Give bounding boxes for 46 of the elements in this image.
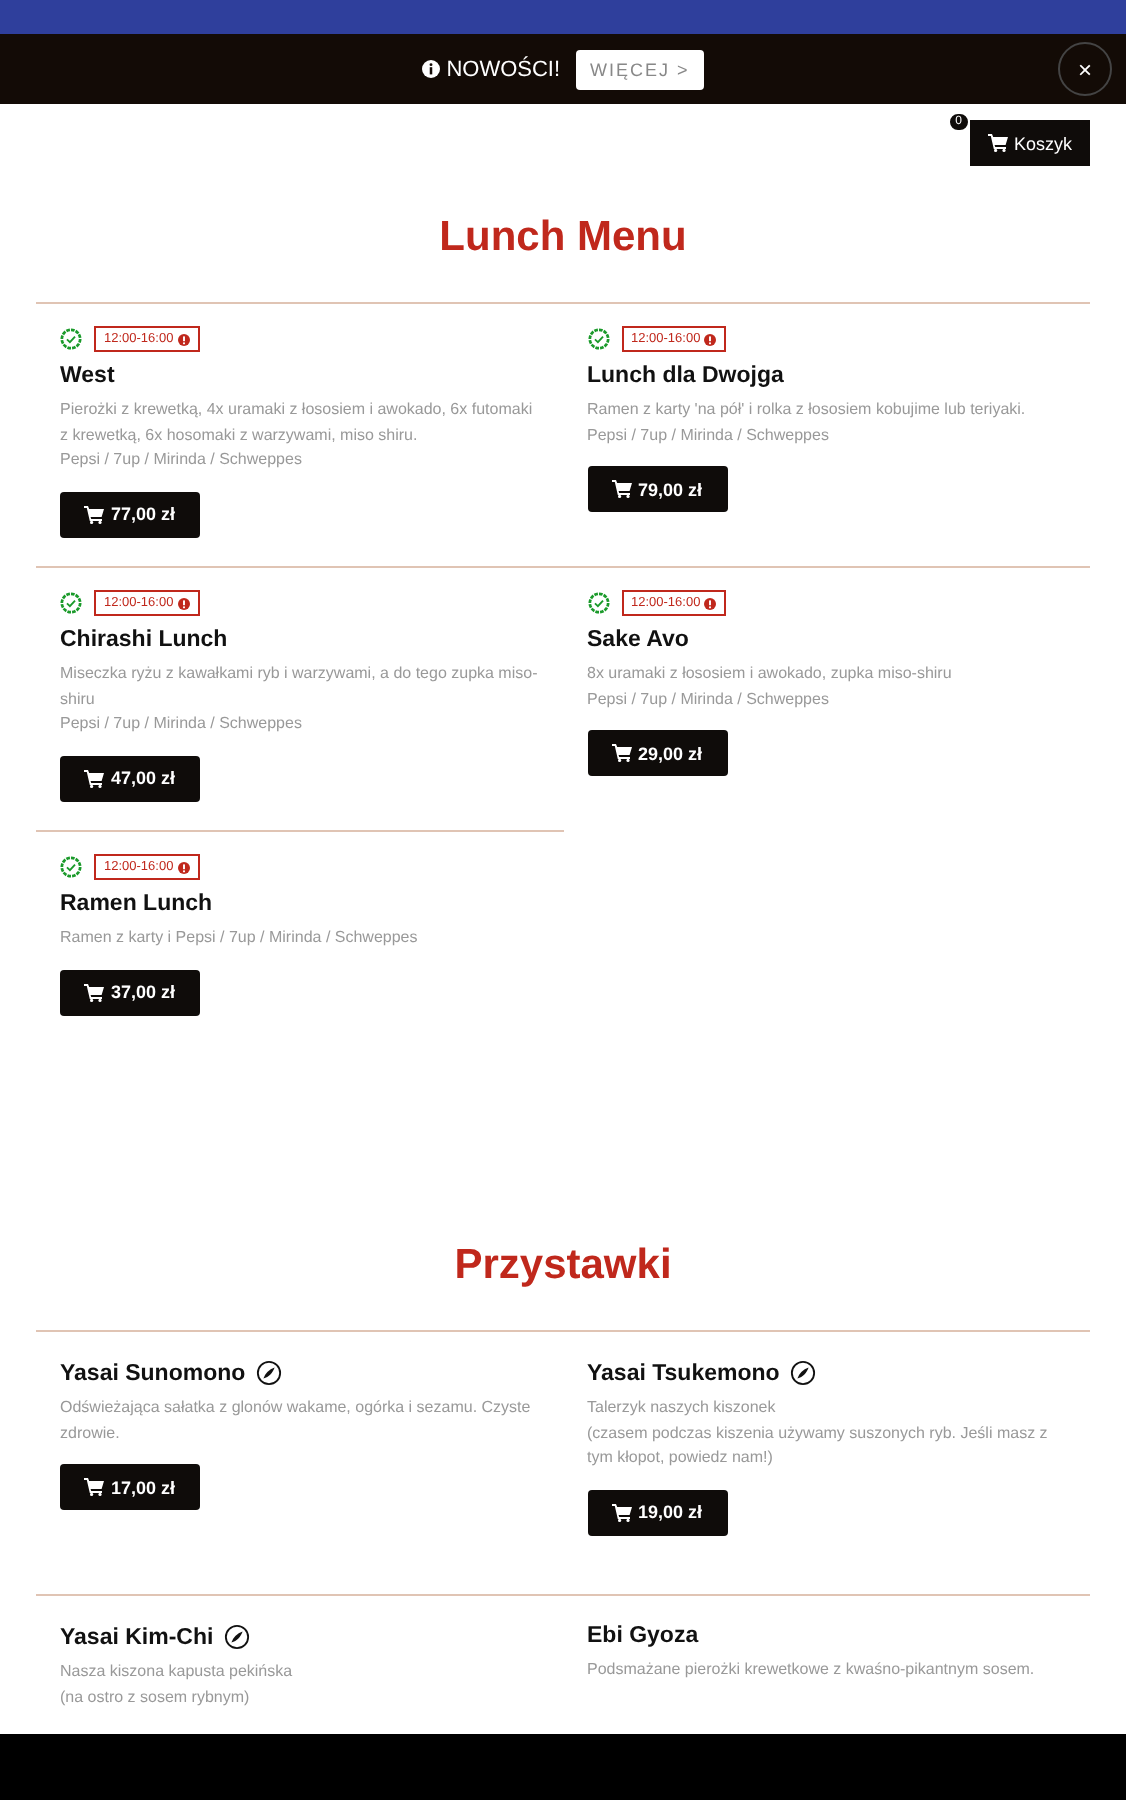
item-name: Ramen Lunch: [60, 892, 213, 916]
item-name: Lunch dla Dwojga: [587, 364, 784, 388]
cart-button[interactable]: Koszyk: [969, 120, 1090, 166]
item-description: Pepsi / 7up / Mirinda / Schweppes: [60, 712, 304, 736]
item-name: Yasai Sunomono: [60, 1361, 246, 1385]
item-description: Odświeżająca sałatka z glonów wakame, ogórka i sezamu. Czyste zdrowie.: [60, 1396, 533, 1445]
item-name: Yasai Kim-Chi: [60, 1625, 214, 1649]
item-description: Pepsi / 7up / Mirinda / Schweppes: [60, 448, 304, 472]
item-description: (czasem podczas kiszenia używamy suszonych ryb. Jeśli masz z tym kłopot, powiedz nam!): [587, 1421, 1050, 1470]
price-button[interactable]: 19,00 zł: [587, 1489, 727, 1535]
notice-text: NOWOŚCI!: [446, 57, 561, 81]
price-button[interactable]: 17,00 zł: [60, 1464, 200, 1510]
cart-icon: [84, 505, 105, 523]
price-button[interactable]: 29,00 zł: [587, 730, 727, 776]
more-button[interactable]: WIĘCEJ >: [576, 49, 704, 89]
item-name: West: [60, 364, 115, 388]
cart-icon: [84, 769, 105, 787]
cart-icon: [611, 744, 632, 762]
item-name: Chirashi Lunch: [60, 628, 228, 652]
close-button[interactable]: ×: [1058, 42, 1112, 96]
cart-icon: [84, 1478, 105, 1496]
item-description: Pepsi / 7up / Mirinda / Schweppes: [587, 687, 831, 712]
item-description: Ramen z karty i Pepsi / 7up / Mirinda / Schweppes: [60, 926, 420, 950]
item-name: Sake Avo: [587, 628, 689, 652]
info-icon: [422, 60, 441, 78]
item-description: Miseczka ryżu z kawałkami ryb i warzywami, a do tego zupka miso-shiru: [60, 662, 539, 711]
price-button[interactable]: 47,00 zł: [60, 755, 200, 801]
item-description: Podsmażane pierożki krewetkowe z kwaśno-pikantnym sosem.: [587, 1658, 1037, 1682]
item-description: Nasza kiszona kapusta pekińska: [60, 1660, 295, 1684]
item-description: (na ostro z sosem rybnym): [60, 1685, 252, 1710]
item-description: Talerzyk naszych kiszonek: [587, 1396, 778, 1420]
item-name: Ebi Gyoza: [587, 1624, 699, 1648]
price-button[interactable]: 79,00 zł: [587, 466, 727, 512]
price-button[interactable]: 77,00 zł: [60, 491, 200, 537]
section-title: Lunch Menu: [437, 212, 689, 264]
item-name: Yasai Tsukemono: [587, 1361, 780, 1385]
cart-icon: [611, 480, 632, 498]
item-description: Ramen z karty 'na pół' i rolka z łososiem kobujime lub teriyaki.: [587, 398, 1028, 422]
cart-icon: [987, 134, 1008, 152]
cart-icon: [611, 1503, 632, 1521]
item-description: Pierożki z krewetką, 4x uramaki z łososiem i awokado, 6x futomaki z krewetką, 6x hosomaki z warzywami, miso shiru.: [60, 398, 535, 448]
item-description: 8x uramaki z łososiem i awokado, zupka miso-shiru: [587, 662, 954, 686]
item-description: Pepsi / 7up / Mirinda / Schweppes: [587, 423, 831, 448]
section-title: Przystawki: [452, 1240, 674, 1292]
cart-icon: [84, 983, 105, 1001]
price-button[interactable]: 37,00 zł: [60, 969, 200, 1015]
